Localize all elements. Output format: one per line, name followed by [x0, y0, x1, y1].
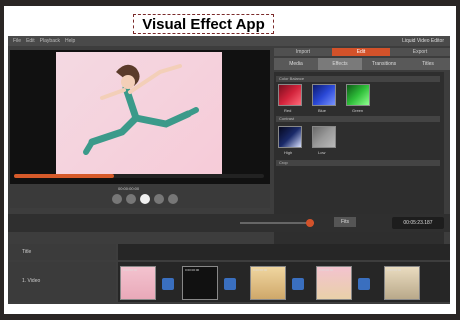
menu-bar: File Edit Playback Help Liquid Video Edi… [8, 36, 450, 46]
track-title-label: Title [22, 249, 32, 255]
subtab-titles[interactable]: Titles [406, 58, 450, 70]
video-clip[interactable]: 0:00:00:00 [250, 266, 286, 300]
transition-icon[interactable] [162, 278, 174, 290]
menu-playback[interactable]: Playback [40, 38, 60, 44]
effect-blue-label: Blue [318, 108, 327, 113]
playback-progress[interactable] [14, 174, 264, 178]
clip-time: 0:00:00:00 [319, 268, 334, 272]
effect-high-label: High [284, 150, 293, 155]
transition-icon[interactable] [224, 278, 236, 290]
playback-progress-fill [14, 174, 114, 178]
tab-export[interactable]: Export [390, 48, 450, 56]
track-video-area[interactable]: 0:00:00:00 0:00:00:00 0:00:00:00 0:00:00… [118, 262, 450, 302]
effect-red[interactable] [278, 84, 302, 106]
effect-green-label: Green [352, 108, 364, 113]
caption-label: Visual Effect App [133, 14, 274, 34]
video-clip[interactable]: 0:00:00:00 [384, 266, 420, 300]
subtab-effects[interactable]: Effects [318, 58, 362, 70]
video-clip[interactable]: 0:00:00:00 [182, 266, 218, 300]
timeline-toolbar [8, 214, 450, 232]
video-frame [56, 52, 222, 178]
contrast-heading: Contrast [276, 116, 440, 122]
dancer-image [83, 64, 199, 155]
effect-low-contrast[interactable] [312, 126, 336, 148]
skip-forward-icon[interactable] [168, 194, 178, 204]
effect-red-label: Red [284, 108, 292, 113]
track-video-label: 1. Video [22, 278, 41, 284]
track-title-area[interactable] [118, 244, 450, 260]
effect-high-contrast[interactable] [278, 126, 302, 148]
transition-icon[interactable] [358, 278, 370, 290]
effect-green[interactable] [346, 84, 370, 106]
zoom-slider[interactable] [240, 219, 314, 227]
effect-blue[interactable] [312, 84, 336, 106]
subtab-transitions[interactable]: Transitions [362, 58, 406, 70]
color-balance-heading: Color Balance [276, 76, 440, 82]
editor-window: File Edit Playback Help Liquid Video Edi… [8, 36, 450, 304]
zoom-fit-button[interactable]: Fits [334, 217, 356, 227]
tab-edit[interactable]: Edit [332, 48, 390, 56]
crop-heading: Crop [276, 160, 440, 166]
zoom-slider-handle[interactable] [306, 219, 314, 227]
clip-time: 0:00:00:00 [387, 268, 402, 272]
effect-subtabs: Media Effects Transitions Titles [274, 58, 450, 70]
window-title: Liquid Video Editor [402, 38, 444, 44]
timeline-time: 00:05:23.187 [392, 217, 444, 229]
track-title-header: Title [8, 244, 116, 260]
clip-time: 0:00:00:00 [185, 268, 200, 272]
clip-time: 0:00:00:00 [253, 268, 268, 272]
menu-help[interactable]: Help [65, 38, 75, 44]
player-timecode: 00:00:00:00 [118, 186, 140, 191]
subtab-media[interactable]: Media [274, 58, 318, 70]
effect-low-label: Low [318, 150, 326, 155]
video-preview [10, 50, 270, 184]
video-clip[interactable]: 0:00:00:00 [316, 266, 352, 300]
transition-icon[interactable] [292, 278, 304, 290]
track-video-header: 1. Video [8, 262, 116, 302]
menu-file[interactable]: File [13, 38, 21, 44]
rewind-icon[interactable] [126, 194, 136, 204]
play-icon[interactable] [140, 194, 150, 204]
fast-forward-icon[interactable] [154, 194, 164, 204]
video-clip[interactable]: 0:00:00:00 [120, 266, 156, 300]
main-tabs: Import Edit Export [274, 48, 450, 56]
skip-back-icon[interactable] [112, 194, 122, 204]
menu-edit[interactable]: Edit [26, 38, 35, 44]
tab-import[interactable]: Import [274, 48, 332, 56]
clip-time: 0:00:00:00 [123, 268, 138, 272]
